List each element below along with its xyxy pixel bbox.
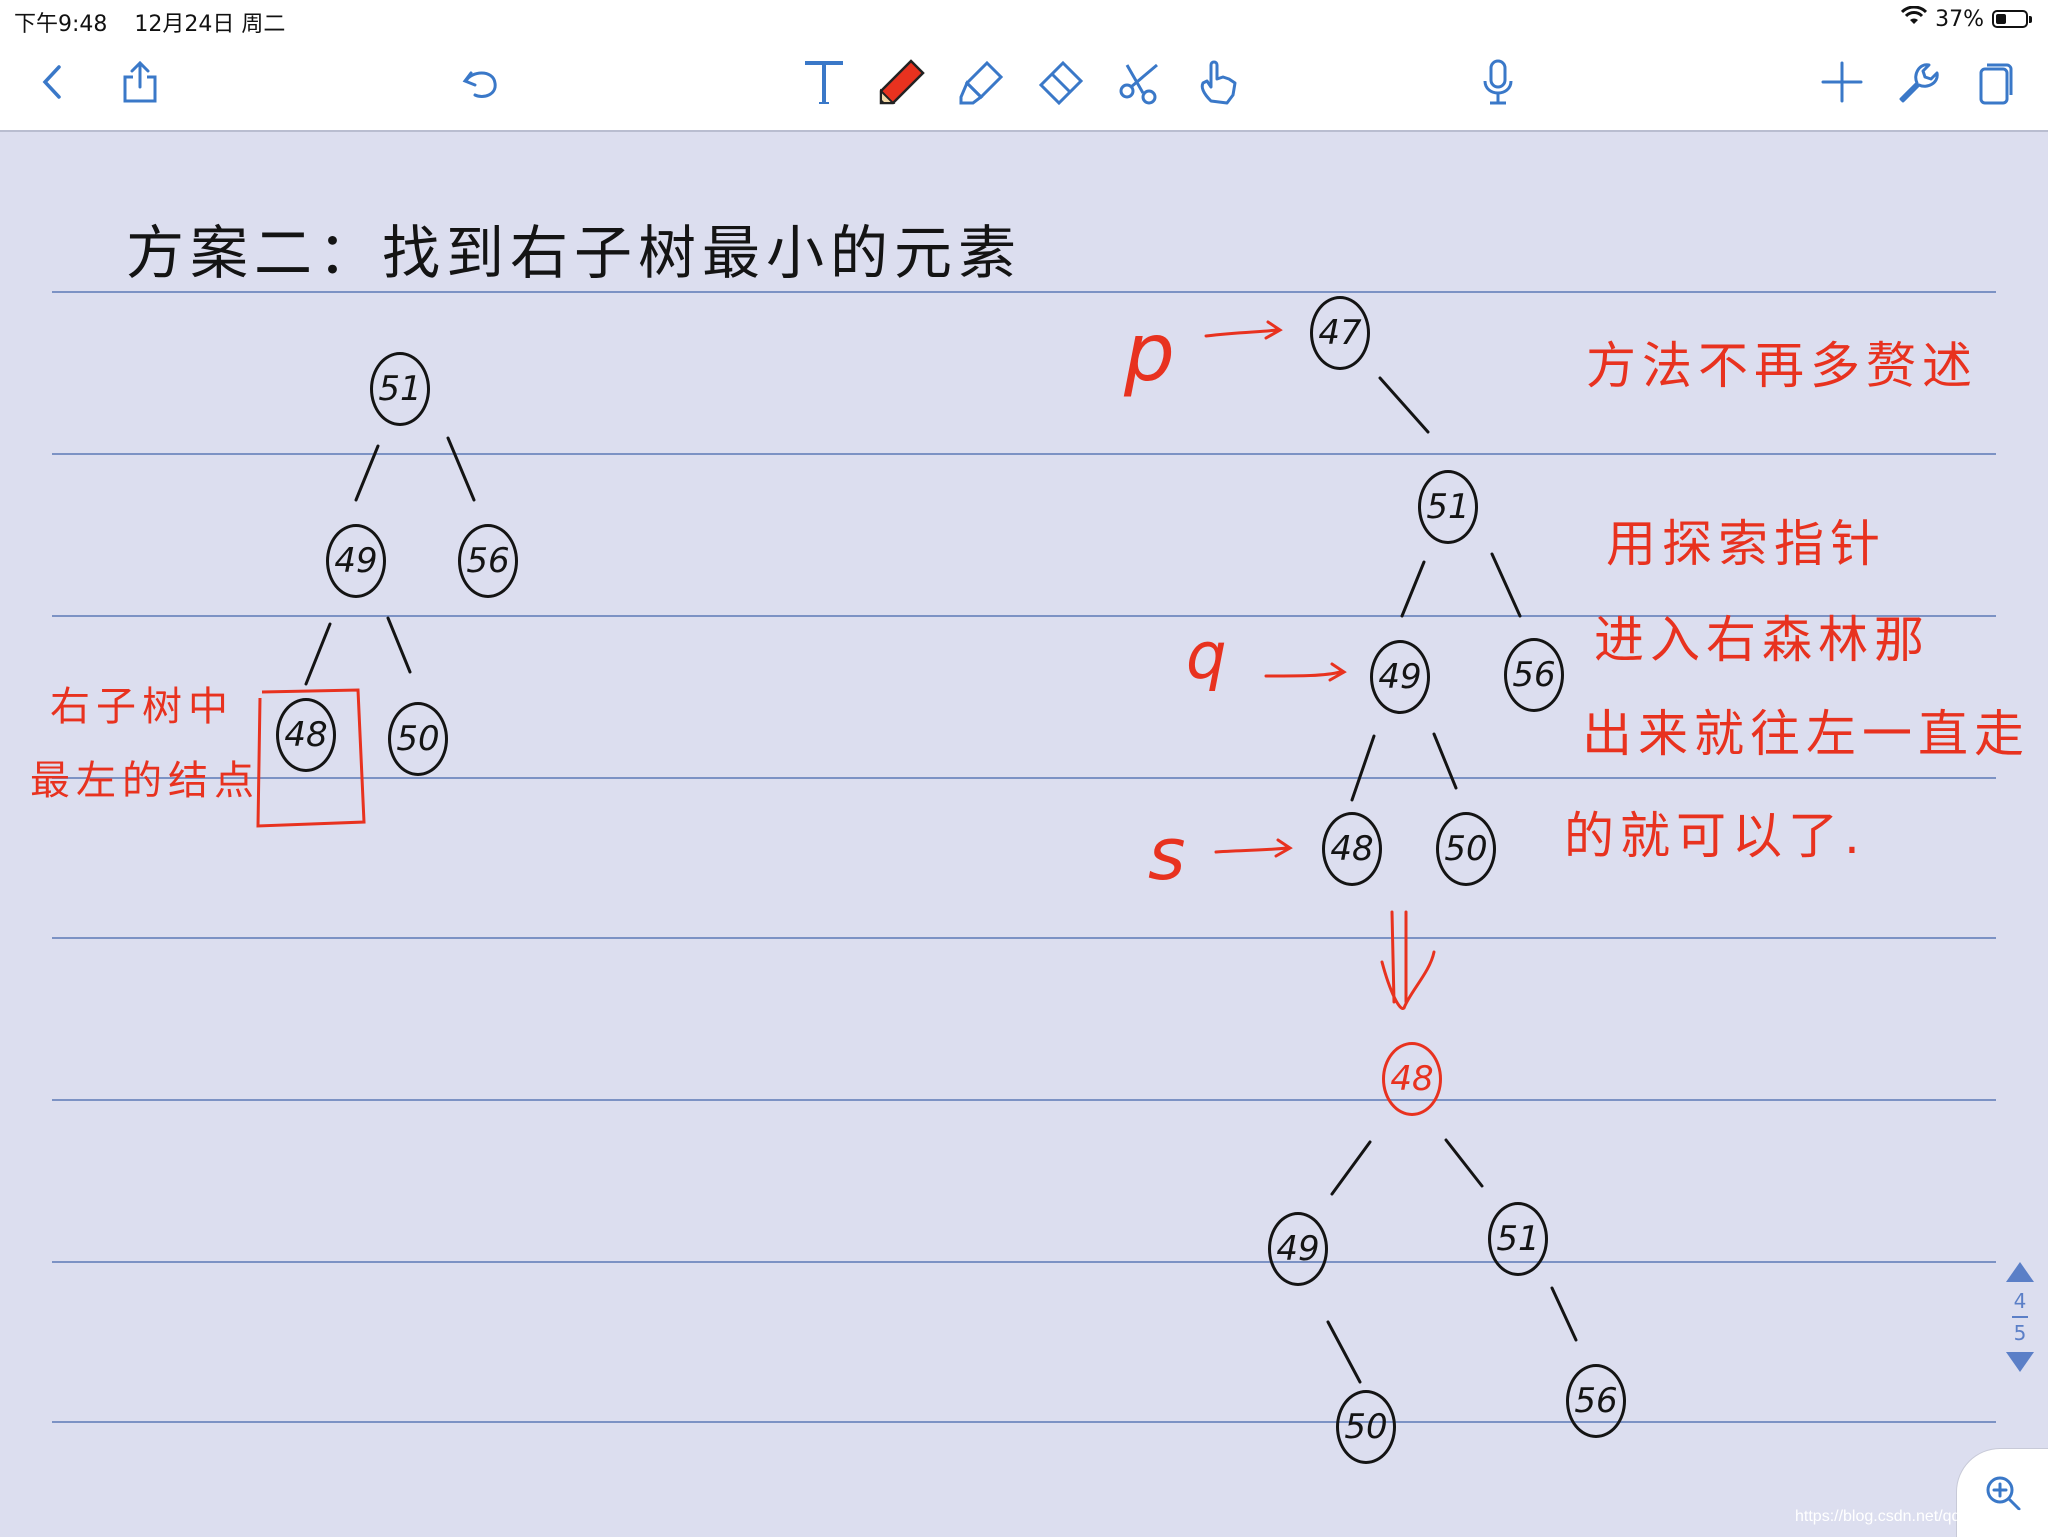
left-tree-node-50: 50 xyxy=(388,702,448,776)
note-top: 方法不再多赘述 xyxy=(1586,337,1978,395)
note-line-1: 用探索指针 xyxy=(1606,515,1886,573)
highlighter-icon xyxy=(959,60,1004,105)
status-date: 12月24日 周二 xyxy=(134,12,286,37)
left-tree-node-48: 48 xyxy=(276,698,336,772)
microphone-button[interactable] xyxy=(1470,50,1526,114)
pages-button[interactable] xyxy=(1966,50,2022,114)
result-tree-node-48: 48 xyxy=(1382,1042,1442,1116)
status-bar: 下午9:48 12月24日 周二 37% xyxy=(0,0,2048,40)
eraser-icon xyxy=(1038,60,1084,106)
result-tree-node-51: 51 xyxy=(1488,1202,1548,1276)
share-icon xyxy=(123,60,157,103)
pointer-s-label: s xyxy=(1148,812,1192,896)
note-line-4: 的就可以了. xyxy=(1564,807,1866,865)
right-tree-node-50: 50 xyxy=(1436,812,1496,886)
text-tool-icon xyxy=(805,61,843,104)
pen-tool-button[interactable] xyxy=(874,50,930,114)
settings-button[interactable] xyxy=(1890,50,1946,114)
watermark: https://blog.csdn.net/qq_44408209 xyxy=(1795,1508,2041,1525)
pointer-q-label: q xyxy=(1186,620,1233,694)
note-heading: 方案二：找到右子树最小的元素 xyxy=(126,219,1023,287)
left-tree-node-56: 56 xyxy=(458,524,518,598)
back-icon xyxy=(42,65,61,99)
result-tree-node-50: 50 xyxy=(1336,1390,1396,1464)
page-down-icon[interactable] xyxy=(2006,1352,2034,1372)
eraser-button[interactable] xyxy=(1032,50,1088,114)
hand-pointer-icon xyxy=(1200,60,1237,105)
total-pages: 5 xyxy=(2013,1321,2027,1345)
add-icon xyxy=(1821,61,1863,103)
zoom-in-icon xyxy=(1986,1476,2021,1511)
annotation-line1: 右子树中 xyxy=(50,684,234,730)
microphone-icon xyxy=(1483,59,1513,105)
undo-icon xyxy=(462,71,497,98)
page-indicator: 4 5 xyxy=(2000,1262,2040,1402)
note-line-2: 进入右森林那 xyxy=(1594,611,1930,669)
undo-button[interactable] xyxy=(454,50,510,114)
result-tree-node-49: 49 xyxy=(1268,1212,1328,1286)
right-tree-node-49: 49 xyxy=(1370,640,1430,714)
share-button[interactable] xyxy=(112,50,168,114)
note-line-3: 出来就往左一直走 xyxy=(1582,705,2030,763)
page-divider xyxy=(2012,1316,2028,1318)
battery-icon xyxy=(1992,10,2032,28)
pages-icon xyxy=(1979,63,2013,105)
pen-tool-icon xyxy=(879,59,925,105)
right-tree-node-56: 56 xyxy=(1504,638,1564,712)
back-button[interactable] xyxy=(26,50,82,114)
right-tree-node-48: 48 xyxy=(1322,812,1382,886)
current-page: 4 xyxy=(2013,1289,2027,1313)
page-up-icon[interactable] xyxy=(2006,1262,2034,1282)
notebook-page[interactable]: 方案二：找到右子树最小的元素 51 49 56 48 50 右子树中 最左的结点… xyxy=(0,132,2048,1536)
wrench-icon xyxy=(1899,63,1939,103)
battery-percent: 37% xyxy=(1935,6,1984,32)
add-page-button[interactable] xyxy=(1814,50,1870,114)
lasso-tool-button[interactable] xyxy=(1112,50,1168,114)
app-toolbar: 下午9:48 12月24日 周二 37% xyxy=(0,0,2048,132)
highlighter-button[interactable] xyxy=(954,50,1010,114)
annotation-line2: 最左的结点 xyxy=(30,758,260,804)
right-tree-node-47: 47 xyxy=(1310,296,1370,370)
wifi-icon xyxy=(1901,5,1928,32)
right-tree-node-51: 51 xyxy=(1418,470,1478,544)
pointer-p-label: p xyxy=(1124,306,1181,399)
hand-tool-button[interactable] xyxy=(1190,50,1246,114)
left-tree-node-49: 49 xyxy=(326,524,386,598)
status-time: 下午9:48 xyxy=(14,12,108,37)
text-tool-button[interactable] xyxy=(796,50,852,114)
left-tree-node-51: 51 xyxy=(370,352,430,426)
scissors-icon xyxy=(1119,63,1158,105)
result-tree-node-56: 56 xyxy=(1566,1364,1626,1438)
